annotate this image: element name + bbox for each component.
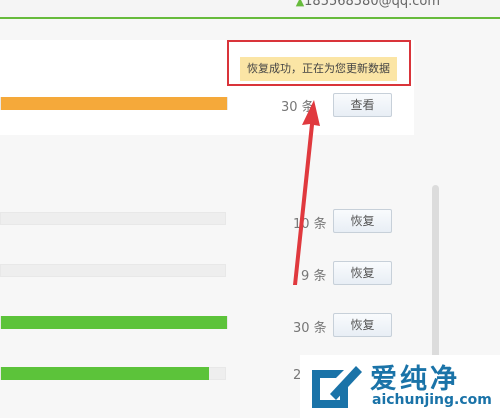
row-3-count: 30 条	[293, 321, 327, 336]
row-1-bar-track	[0, 212, 226, 225]
user-email: 185568580@qq.com	[304, 0, 440, 9]
restore-button-3[interactable]: 恢复	[333, 313, 392, 337]
vertical-scrollbar[interactable]	[432, 185, 439, 360]
top-row-bar-track	[0, 97, 228, 110]
annotation-arrow-icon	[293, 100, 320, 285]
row-4-bar-track	[0, 367, 226, 380]
watermark-logo-icon	[312, 366, 362, 408]
watermark-logo: 爱纯净 aichunjing.com	[300, 355, 500, 418]
user-account[interactable]: ▲185568580@qq.com	[296, 0, 440, 9]
top-row-bar-fill	[1, 97, 227, 110]
view-button[interactable]: 查看	[333, 93, 392, 117]
row-3-bar-fill	[1, 316, 227, 329]
row-4-bar-fill	[1, 367, 210, 380]
toast-message: 恢复成功，正在为您更新数据	[240, 57, 397, 81]
row-2-bar-track	[0, 264, 226, 277]
watermark-brand: 爱纯净	[370, 364, 460, 395]
user-flag-icon: ▲	[295, 0, 305, 8]
watermark-url: aichunjing.com	[372, 392, 492, 408]
restore-button-2[interactable]: 恢复	[333, 261, 392, 285]
restore-button-1[interactable]: 恢复	[333, 209, 392, 233]
row-3-bar-track	[0, 316, 228, 329]
